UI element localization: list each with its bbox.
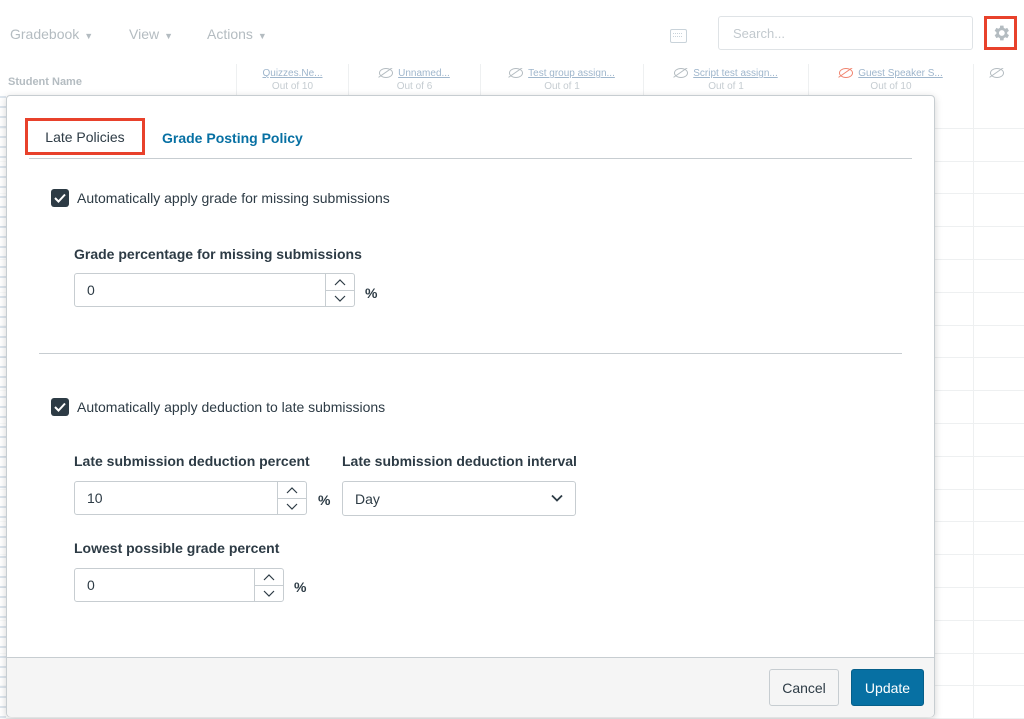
eye-off-icon	[989, 68, 1004, 79]
actions-menu[interactable]: Actions ▼	[207, 26, 267, 42]
update-button[interactable]: Update	[851, 669, 924, 706]
percent-unit: %	[365, 285, 378, 301]
percent-unit: %	[294, 579, 307, 595]
checkmark-icon	[54, 402, 66, 412]
late-deduction-stepper[interactable]	[277, 482, 306, 514]
gear-icon	[994, 25, 1009, 41]
lowest-grade-field[interactable]	[75, 569, 256, 601]
increment-button[interactable]	[255, 569, 283, 586]
increment-button[interactable]	[278, 482, 306, 499]
column-header[interactable]: Guest Speaker S... Out of 10	[808, 64, 973, 96]
tab-divider	[29, 158, 912, 159]
gradebook-toolbar: Gradebook ▼ View ▼ Actions ▼	[0, 0, 1024, 65]
missing-submissions-checkbox[interactable]	[51, 189, 69, 207]
eye-off-icon	[379, 68, 394, 79]
increment-button[interactable]	[326, 274, 354, 291]
eye-off-icon	[674, 68, 689, 79]
chevron-down-icon	[334, 295, 346, 302]
checkmark-icon	[54, 193, 66, 203]
late-policies-dialog: Late Policies Grade Posting Policy Autom…	[6, 95, 935, 717]
lowest-grade-stepper[interactable]	[254, 569, 283, 601]
chevron-down-icon	[286, 503, 298, 510]
decrement-button[interactable]	[278, 498, 306, 514]
late-interval-label: Late submission deduction interval	[342, 453, 577, 469]
late-submissions-checkbox[interactable]	[51, 398, 69, 416]
caret-down-icon: ▼	[84, 31, 94, 41]
lowest-grade-input[interactable]	[74, 568, 284, 602]
settings-button[interactable]	[984, 16, 1017, 50]
gradebook-column-headers: Student Name Quizzes.Ne... Out of 10 Unn…	[0, 64, 1024, 96]
column-header[interactable]: Quizzes.Ne... Out of 10	[236, 64, 348, 96]
chevron-down-icon	[551, 494, 563, 502]
chevron-up-icon	[334, 278, 346, 285]
late-interval-value: Day	[355, 491, 380, 507]
search-input[interactable]	[718, 16, 973, 50]
student-name-header[interactable]: Student Name	[8, 76, 82, 88]
grid-divider	[973, 96, 974, 719]
keyboard-icon[interactable]	[670, 29, 687, 43]
missing-grade-field[interactable]	[75, 274, 327, 306]
column-header[interactable]	[973, 64, 1024, 96]
decrement-button[interactable]	[326, 290, 354, 306]
chevron-up-icon	[263, 573, 275, 580]
missing-grade-stepper[interactable]	[325, 274, 354, 306]
view-menu[interactable]: View ▼	[129, 26, 173, 42]
decrement-button[interactable]	[255, 585, 283, 601]
chevron-down-icon	[263, 590, 275, 597]
percent-unit: %	[318, 492, 331, 508]
missing-submissions-label[interactable]: Automatically apply grade for missing su…	[77, 190, 390, 206]
cancel-button[interactable]: Cancel	[769, 669, 839, 706]
chevron-up-icon	[286, 486, 298, 493]
lowest-grade-label: Lowest possible grade percent	[74, 540, 280, 556]
late-interval-select[interactable]: Day	[342, 481, 576, 516]
tab-late-policies[interactable]: Late Policies	[25, 118, 145, 155]
column-header[interactable]: Unnamed... Out of 6	[348, 64, 480, 96]
caret-down-icon: ▼	[257, 31, 267, 41]
tab-grade-posting-policy[interactable]: Grade Posting Policy	[162, 130, 303, 146]
caret-down-icon: ▼	[164, 31, 174, 41]
missing-grade-label: Grade percentage for missing submissions	[74, 246, 362, 262]
late-deduction-input[interactable]	[74, 481, 307, 515]
late-deduction-label: Late submission deduction percent	[74, 453, 310, 469]
missing-grade-input[interactable]	[74, 273, 355, 307]
column-header[interactable]: Script test assign... Out of 1	[643, 64, 808, 96]
section-divider	[39, 353, 902, 354]
eye-off-icon	[839, 68, 854, 79]
gradebook-menu[interactable]: Gradebook ▼	[10, 26, 93, 42]
late-submissions-label[interactable]: Automatically apply deduction to late su…	[77, 399, 385, 415]
eye-off-icon	[509, 68, 524, 79]
column-header[interactable]: Test group assign... Out of 1	[480, 64, 643, 96]
late-deduction-field[interactable]	[75, 482, 279, 514]
dialog-footer: Cancel Update	[7, 657, 934, 717]
